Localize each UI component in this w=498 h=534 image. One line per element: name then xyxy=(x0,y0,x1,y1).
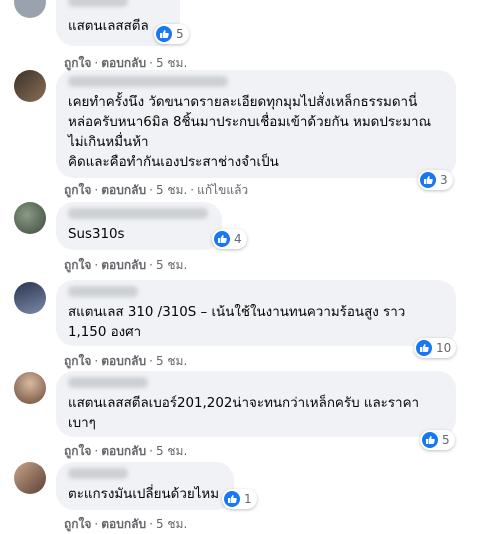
comment-text: Sus310s xyxy=(68,227,125,242)
separator: · xyxy=(149,258,153,272)
reaction-count[interactable]: 3 xyxy=(418,170,453,190)
timestamp[interactable]: 5 ชม. xyxy=(156,183,187,197)
comment-actions: ถูกใจ · ตอบกลับ · 5 ชม. xyxy=(64,515,187,534)
separator: · xyxy=(94,183,99,197)
like-icon xyxy=(224,491,240,507)
author-name[interactable] xyxy=(68,76,228,87)
author-name[interactable] xyxy=(68,377,148,388)
reply-link[interactable]: ตอบกลับ xyxy=(101,444,146,458)
avatar[interactable] xyxy=(14,202,46,234)
like-icon xyxy=(156,26,172,42)
avatar[interactable] xyxy=(14,0,46,18)
timestamp[interactable]: 5 ชม. xyxy=(156,517,187,531)
avatar[interactable] xyxy=(14,70,46,102)
separator: · xyxy=(94,56,99,70)
comment-text: ตะแกรงมันเปลี่ยนด้วยไหม xyxy=(68,487,220,502)
avatar[interactable] xyxy=(14,372,46,404)
reaction-count[interactable]: 1 xyxy=(222,489,257,509)
reaction-count[interactable]: 4 xyxy=(212,229,247,249)
reaction-count-label: 5 xyxy=(176,27,184,41)
author-name[interactable] xyxy=(68,468,128,479)
reaction-count-label: 4 xyxy=(234,232,242,246)
comment-actions: ถูกใจ · ตอบกลับ · 5 ชม. xyxy=(64,442,187,461)
separator: · xyxy=(94,517,99,531)
timestamp[interactable]: 5 ชม. xyxy=(156,258,187,272)
separator: · xyxy=(94,444,99,458)
reaction-count[interactable]: 10 xyxy=(414,338,457,358)
like-icon xyxy=(214,231,230,247)
timestamp[interactable]: 5 ชม. xyxy=(156,444,187,458)
comment-actions: ถูกใจ · ตอบกลับ · 5 ชม. · แก้ไขแล้ว xyxy=(64,181,248,200)
comment-text: สแตนเลส 310 /310S – เน้นใช้ในงานทนความร้… xyxy=(68,305,406,340)
reaction-count[interactable]: 5 xyxy=(154,24,189,44)
reply-link[interactable]: ตอบกลับ xyxy=(101,354,146,368)
author-name[interactable] xyxy=(68,0,128,7)
like-link[interactable]: ถูกใจ xyxy=(64,258,91,272)
author-name[interactable] xyxy=(68,208,208,219)
comment-bubble: Sus310s xyxy=(56,202,222,250)
reply-link[interactable]: ตอบกลับ xyxy=(101,517,146,531)
separator: · xyxy=(149,517,153,531)
like-link[interactable]: ถูกใจ xyxy=(64,56,91,70)
like-link[interactable]: ถูกใจ xyxy=(64,517,91,531)
comment-bubble: เคยทำครั้งนึง วัดขนาดรายละเอียดทุกมุมไปส… xyxy=(56,70,456,178)
separator: · xyxy=(94,258,99,272)
separator: · xyxy=(149,354,153,368)
reaction-count-label: 10 xyxy=(436,341,452,355)
reaction-count-label: 5 xyxy=(442,433,450,447)
like-icon xyxy=(422,432,438,448)
separator: · xyxy=(190,183,195,197)
separator: · xyxy=(94,354,99,368)
like-icon xyxy=(416,340,432,356)
comment-bubble: สแตนเลส 310 /310S – เน้นใช้ในงานทนความร้… xyxy=(56,280,456,346)
like-link[interactable]: ถูกใจ xyxy=(64,444,91,458)
comment-actions: ถูกใจ · ตอบกลับ · 5 ชม. xyxy=(64,256,187,275)
comment-text: เคยทำครั้งนึง วัดขนาดรายละเอียดทุกมุมไปส… xyxy=(68,95,431,170)
author-name[interactable] xyxy=(68,286,138,297)
reply-link[interactable]: ตอบกลับ xyxy=(101,183,146,197)
separator: · xyxy=(149,56,153,70)
comment-bubble: แสตนเลสสตีลเบอร์201,202น่าจะทนกว่าเหล็กค… xyxy=(56,371,456,437)
avatar[interactable] xyxy=(14,282,46,314)
reaction-count-label: 3 xyxy=(440,173,448,187)
reaction-count[interactable]: 5 xyxy=(420,430,455,450)
avatar[interactable] xyxy=(14,462,46,494)
edited-label[interactable]: แก้ไขแล้ว xyxy=(197,183,248,197)
comment-actions: ถูกใจ · ตอบกลับ · 5 ชม. xyxy=(64,352,187,371)
separator: · xyxy=(149,444,153,458)
reply-link[interactable]: ตอบกลับ xyxy=(101,258,146,272)
timestamp[interactable]: 5 ชม. xyxy=(156,56,187,70)
comment-text: แสตนเลสสตีลเบอร์201,202น่าจะทนกว่าเหล็กค… xyxy=(68,396,420,431)
comment-bubble: ตะแกรงมันเปลี่ยนด้วยไหม xyxy=(56,462,234,510)
like-icon xyxy=(420,172,436,188)
like-link[interactable]: ถูกใจ xyxy=(64,183,91,197)
timestamp[interactable]: 5 ชม. xyxy=(156,354,187,368)
like-link[interactable]: ถูกใจ xyxy=(64,354,91,368)
separator: · xyxy=(149,183,153,197)
reply-link[interactable]: ตอบกลับ xyxy=(101,56,146,70)
comment-text: แสตนเลสสตีล xyxy=(68,19,149,34)
reaction-count-label: 1 xyxy=(244,492,252,506)
